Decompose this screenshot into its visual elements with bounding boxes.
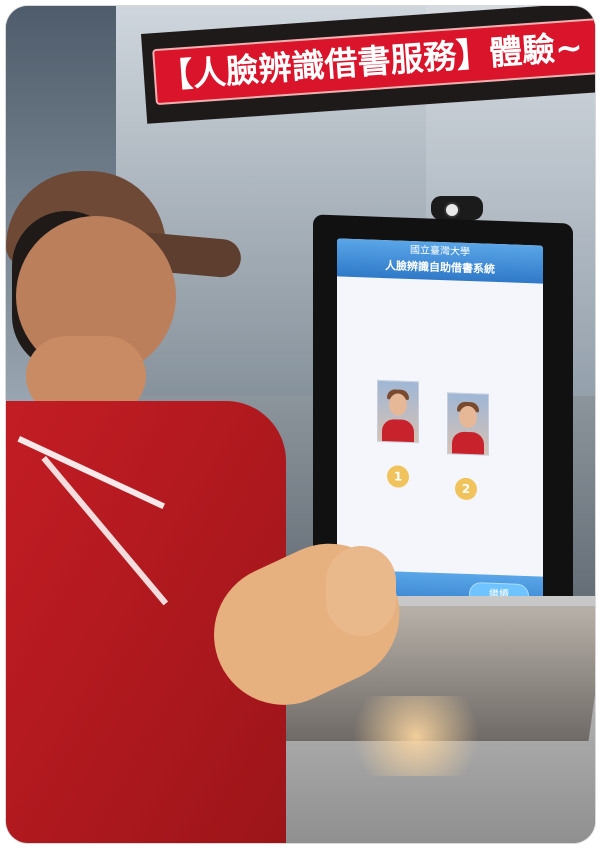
photo: 【人臉辨識借書服務】體驗~ 國立臺灣大學 人臉辨識自助借書系統 1 2 繼續 bbox=[6, 6, 595, 843]
kiosk-header: 國立臺灣大學 人臉辨識自助借書系統 bbox=[337, 238, 543, 284]
light-glow bbox=[336, 696, 496, 776]
face-preview-shirt-icon bbox=[382, 418, 414, 443]
webcam-lens-icon bbox=[444, 202, 460, 218]
hand bbox=[326, 546, 396, 636]
face-preview-1 bbox=[377, 379, 419, 444]
face-preview-2 bbox=[447, 392, 489, 456]
face-preview-shirt-icon bbox=[452, 431, 484, 455]
webcam bbox=[431, 196, 483, 220]
banner-text: 【人臉辨識借書服務】體驗~ bbox=[152, 15, 595, 106]
face-preview-head-icon bbox=[389, 393, 407, 416]
face-preview-head-icon bbox=[459, 405, 477, 429]
step-1-badge: 1 bbox=[387, 465, 409, 488]
step-2-badge: 2 bbox=[455, 477, 477, 501]
